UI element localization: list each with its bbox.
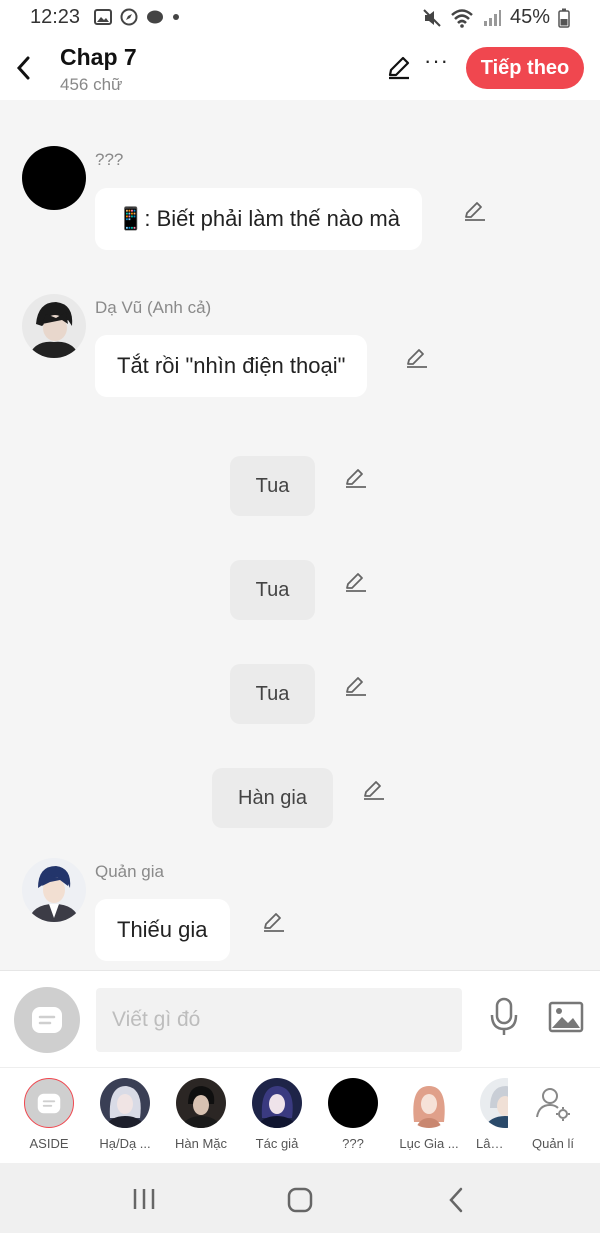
manage-icon-wrap bbox=[528, 1078, 578, 1128]
character-label: Tác giả bbox=[255, 1136, 299, 1151]
avatar bbox=[328, 1078, 378, 1128]
message-bubble[interactable]: Thiếu gia bbox=[95, 899, 230, 961]
edit-pencil-icon[interactable] bbox=[261, 909, 287, 935]
battery-percent: 45% bbox=[509, 6, 550, 28]
character-label: ??? bbox=[342, 1136, 364, 1151]
notification-icons bbox=[94, 8, 180, 26]
word-count: 456 chữ bbox=[60, 75, 123, 94]
user-settings-icon bbox=[536, 1088, 570, 1121]
character-label: Lân H bbox=[476, 1136, 508, 1151]
compass-icon bbox=[120, 8, 138, 26]
message-bubble[interactable]: 📱: Biết phải làm thế nào mà bbox=[95, 188, 422, 250]
character-label: Quản lí bbox=[532, 1136, 574, 1151]
microphone-icon[interactable] bbox=[488, 997, 520, 1037]
edit-pencil-icon[interactable] bbox=[343, 673, 369, 699]
speaker-name: ??? bbox=[95, 150, 124, 169]
avatar-quan-gia[interactable] bbox=[22, 858, 86, 922]
avatar bbox=[252, 1078, 302, 1128]
more-options-button[interactable]: ··· bbox=[424, 48, 449, 74]
edit-pencil-icon[interactable] bbox=[343, 569, 369, 595]
character-han-mac[interactable]: Hàn Mặc bbox=[164, 1078, 238, 1151]
narration-bubble[interactable]: Tua bbox=[230, 560, 315, 620]
message-input[interactable] bbox=[96, 988, 462, 1052]
edit-pencil-icon[interactable] bbox=[462, 198, 488, 224]
narration-bubble[interactable]: Tua bbox=[230, 456, 315, 516]
speaker-name: Dạ Vũ (Anh cả) bbox=[95, 298, 212, 317]
character-ha-da[interactable]: Hạ/Dạ ... bbox=[88, 1078, 162, 1151]
character-label: Lục Gia ... bbox=[399, 1136, 459, 1151]
system-nav-bar bbox=[0, 1163, 600, 1233]
wifi-icon bbox=[451, 8, 473, 28]
message-composer bbox=[0, 970, 600, 1067]
message-bubble[interactable]: Tắt rồi "nhìn điện thoại" bbox=[95, 335, 368, 397]
top-bar: Chap 7 456 chữ ··· Tiếp theo bbox=[0, 36, 600, 100]
status-bar: 12:23 45% bbox=[0, 0, 600, 36]
back-nav-icon[interactable] bbox=[446, 1187, 466, 1213]
avatar bbox=[404, 1078, 454, 1128]
home-icon[interactable] bbox=[287, 1187, 313, 1213]
message-icon bbox=[32, 1007, 62, 1033]
character-label: Hàn Mặc bbox=[174, 1136, 228, 1151]
edit-pencil-icon[interactable] bbox=[404, 345, 430, 371]
character-label: ASIDE bbox=[29, 1136, 69, 1151]
avatar-da-vu[interactable] bbox=[22, 294, 86, 358]
status-time: 12:23 bbox=[30, 6, 81, 28]
speaker-name: Quản gia bbox=[95, 862, 164, 881]
character-tac-gia[interactable]: Tác giả bbox=[240, 1078, 314, 1151]
edit-pencil-icon[interactable] bbox=[386, 54, 412, 80]
status-right: 45% bbox=[422, 6, 570, 29]
narration-bubble[interactable]: Tua bbox=[230, 664, 315, 724]
back-arrow-icon[interactable] bbox=[12, 52, 36, 84]
image-icon[interactable] bbox=[548, 1001, 584, 1033]
character-label: Hạ/Dạ ... bbox=[99, 1136, 151, 1151]
manage-characters-button[interactable]: Quản lí bbox=[516, 1078, 590, 1151]
character-luc-gia[interactable]: Lục Gia ... bbox=[392, 1078, 466, 1151]
edit-pencil-icon[interactable] bbox=[343, 465, 369, 491]
character-bar: ASIDE Hạ/Dạ ... Hàn Mặc Tác giả ??? Lục … bbox=[0, 1067, 600, 1163]
avatar bbox=[480, 1078, 508, 1128]
signal-icon bbox=[483, 9, 501, 26]
message-icon bbox=[37, 1093, 61, 1113]
edit-pencil-icon[interactable] bbox=[361, 777, 387, 803]
aside-toggle-button[interactable] bbox=[14, 987, 80, 1053]
aside-avatar bbox=[24, 1078, 74, 1128]
dot-icon bbox=[173, 14, 179, 20]
recent-apps-icon[interactable] bbox=[132, 1187, 156, 1211]
mute-icon bbox=[423, 8, 441, 27]
battery-icon bbox=[558, 8, 570, 28]
character-unknown[interactable]: ??? bbox=[316, 1078, 390, 1151]
chapter-title: Chap 7 bbox=[60, 44, 137, 70]
gallery-icon bbox=[94, 9, 112, 25]
avatar-unknown[interactable] bbox=[22, 146, 86, 210]
character-lan[interactable]: Lân H bbox=[468, 1078, 508, 1151]
avatar bbox=[176, 1078, 226, 1128]
chat-bubble-icon bbox=[147, 10, 163, 24]
narration-bubble[interactable]: Hàn gia bbox=[212, 768, 333, 828]
character-aside[interactable]: ASIDE bbox=[12, 1078, 86, 1151]
avatar bbox=[100, 1078, 150, 1128]
next-button[interactable]: Tiếp theo bbox=[466, 47, 584, 89]
